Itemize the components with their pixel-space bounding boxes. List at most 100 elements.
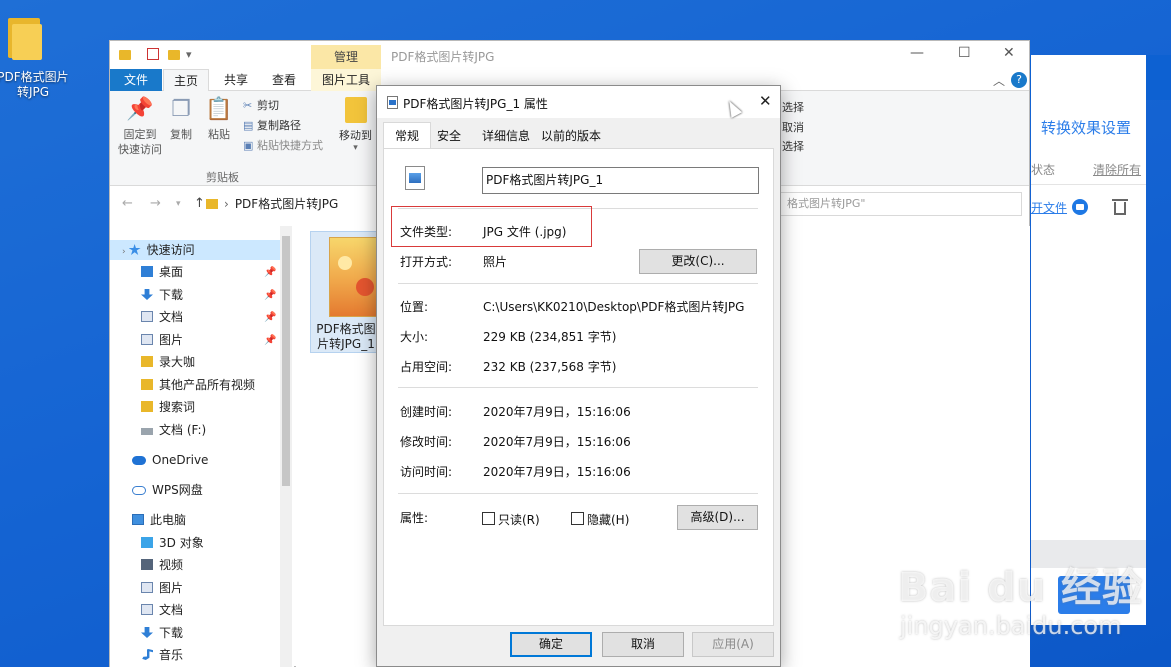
tab-view[interactable]: 查看	[262, 69, 306, 91]
manage-tab[interactable]: 管理	[311, 45, 381, 70]
clear-all-link[interactable]: 清除所有	[1093, 161, 1141, 178]
sidebar-item-downloads[interactable]: 下载	[141, 285, 183, 305]
help-icon[interactable]: ?	[1011, 72, 1027, 88]
desktop-icon	[141, 266, 153, 277]
select-all-button[interactable]: 选择	[782, 99, 804, 115]
sidebar-scrollbar-thumb[interactable]	[282, 236, 290, 486]
up-arrow-icon[interactable]: ↑	[194, 196, 205, 211]
pin-label: 固定到 快速访问	[118, 128, 162, 156]
paste-icon: 📋	[205, 97, 233, 122]
sidebar-item-pictures[interactable]: 图片	[141, 330, 183, 350]
size-on-disk-value: 232 KB (237,568 字节)	[483, 360, 617, 374]
copy-path-button[interactable]: ▤ 复制路径	[243, 117, 301, 133]
cancel-button[interactable]: 取消	[602, 632, 684, 657]
baidu-watermark: Bai du 经验	[898, 565, 1144, 611]
pin-quick-access-button[interactable]: 📌 固定到 快速访问	[116, 97, 164, 157]
tab-share[interactable]: 共享	[214, 69, 258, 91]
dialog-title: PDF格式图片转JPG_1 属性	[403, 97, 548, 111]
paste-shortcut-label: 粘贴快捷方式	[257, 139, 323, 152]
sidebar-item-wps[interactable]: WPS网盘	[132, 480, 203, 500]
cut-button[interactable]: ✂ 剪切	[243, 97, 279, 113]
tab-previous-versions[interactable]: 以前的版本	[541, 127, 601, 144]
tab-file[interactable]: 文件	[110, 69, 162, 91]
app-minimize-button[interactable]: —	[1059, 68, 1075, 87]
explorer-close-button[interactable]: ✕	[1003, 45, 1015, 61]
paste-button[interactable]: 📋 粘贴	[204, 97, 234, 142]
sidebar-label: 此电脑	[150, 513, 187, 527]
new-folder-icon[interactable]	[168, 50, 180, 60]
address-path[interactable]: › PDF格式图片转JPG	[206, 192, 376, 216]
readonly-checkbox[interactable]	[482, 512, 495, 525]
sidebar-item-documents[interactable]: 文档	[141, 307, 183, 327]
select-none-button[interactable]: 取消	[782, 119, 804, 135]
download-icon	[141, 289, 153, 300]
sidebar-item-downloads-pc[interactable]: 下载	[141, 623, 183, 643]
apply-button[interactable]: 应用(A)	[692, 632, 774, 657]
tab-details[interactable]: 详细信息	[482, 127, 530, 144]
wps-cloud-icon	[132, 486, 146, 495]
file-name-input[interactable]: PDF格式图片转JPG_1	[482, 167, 759, 194]
qat-dropdown-icon[interactable]: ▾	[186, 48, 192, 61]
explorer-minimize-button[interactable]: —	[910, 45, 924, 61]
sidebar-item-pictures-pc[interactable]: 图片	[141, 578, 183, 598]
change-button[interactable]: 更改(C)...	[639, 249, 757, 274]
jpg-file-icon	[405, 166, 425, 190]
hidden-checkbox[interactable]	[571, 512, 584, 525]
open-file-link[interactable]: 开文件	[1031, 199, 1067, 216]
app-maximize-button[interactable]: ☐	[1091, 68, 1105, 87]
recent-dropdown-icon[interactable]: ▾	[176, 199, 181, 209]
sidebar-label: OneDrive	[152, 453, 209, 467]
sidebar-item-onedrive[interactable]: OneDrive	[132, 450, 208, 470]
tab-security[interactable]: 安全	[437, 127, 461, 144]
forward-arrow-icon[interactable]: →	[150, 196, 161, 211]
sidebar-item-music[interactable]: 音乐	[141, 645, 183, 665]
music-icon	[142, 649, 153, 660]
desktop-folder[interactable]: PDF格式图片 转JPG	[0, 14, 70, 100]
explorer-titlebar: ▾ 管理 PDF格式图片转JPG — ☐ ✕	[110, 41, 1029, 70]
move-to-label: 移动到	[339, 129, 372, 142]
hidden-label[interactable]: 隐藏(H)	[587, 511, 629, 528]
dialog-close-button[interactable]: ✕	[759, 92, 772, 110]
copy-button[interactable]: ❐ 复制	[166, 97, 196, 142]
properties-icon[interactable]	[147, 48, 159, 60]
sidebar-item-desktop[interactable]: 桌面	[141, 262, 183, 282]
folder-icon	[206, 199, 218, 209]
sidebar-item-ludakai[interactable]: 录大咖	[141, 352, 195, 372]
picture-icon	[141, 582, 153, 593]
move-to-dropdown-icon: ▾	[353, 143, 358, 153]
folder-open-icon[interactable]	[1072, 199, 1088, 215]
app-close-button[interactable]: ✕	[1125, 68, 1138, 87]
sidebar-item-quick-access[interactable]: › 快速访问	[122, 240, 195, 260]
settings-link[interactable]: 转换效果设置	[1041, 117, 1131, 138]
pinned-icon: 📌	[264, 290, 277, 301]
sidebar-item-other-videos[interactable]: 其他产品所有视频	[141, 375, 255, 395]
sidebar-item-keywords[interactable]: 搜索词	[141, 397, 195, 417]
tab-picture-tools[interactable]: 图片工具	[311, 69, 381, 91]
paste-shortcut-button[interactable]: ▣ 粘贴快捷方式	[243, 137, 323, 153]
tab-general[interactable]: 常规	[383, 122, 431, 149]
sidebar-label: 快速访问	[146, 243, 195, 257]
search-input[interactable]: 格式图片转JPG"	[780, 192, 1022, 216]
dialog-tabs: 常规 安全 详细信息 以前的版本	[377, 122, 780, 149]
download-icon	[141, 627, 153, 638]
sidebar-item-documents-pc[interactable]: 文档	[141, 600, 183, 620]
sidebar-item-drive-f[interactable]: 文档 (F:)	[141, 420, 206, 440]
modified-value: 2020年7月9日，15:16:06	[483, 435, 631, 449]
advanced-button[interactable]: 高级(D)...	[677, 505, 758, 530]
created-label: 创建时间:	[400, 405, 453, 419]
sidebar-item-videos[interactable]: 视频	[141, 555, 183, 575]
move-to-button[interactable]: 移动到 ▾	[339, 97, 372, 153]
sidebar-item-3d-objects[interactable]: 3D 对象	[141, 533, 204, 553]
sidebar-item-this-pc[interactable]: 此电脑	[132, 510, 186, 530]
tab-home[interactable]: 主页	[163, 69, 209, 91]
invert-selection-button[interactable]: 选择	[782, 138, 804, 154]
ok-button[interactable]: 确定	[510, 632, 592, 657]
explorer-title: PDF格式图片转JPG	[391, 50, 495, 64]
explorer-maximize-button[interactable]: ☐	[958, 45, 971, 61]
back-arrow-icon[interactable]: ←	[122, 196, 133, 211]
collapse-ribbon-icon[interactable]: ︿	[993, 72, 1005, 89]
trash-icon[interactable]	[1112, 197, 1128, 215]
accessed-value: 2020年7月9日，15:16:06	[483, 465, 631, 479]
open-with-label: 打开方式:	[400, 255, 453, 269]
readonly-label[interactable]: 只读(R)	[498, 511, 540, 528]
